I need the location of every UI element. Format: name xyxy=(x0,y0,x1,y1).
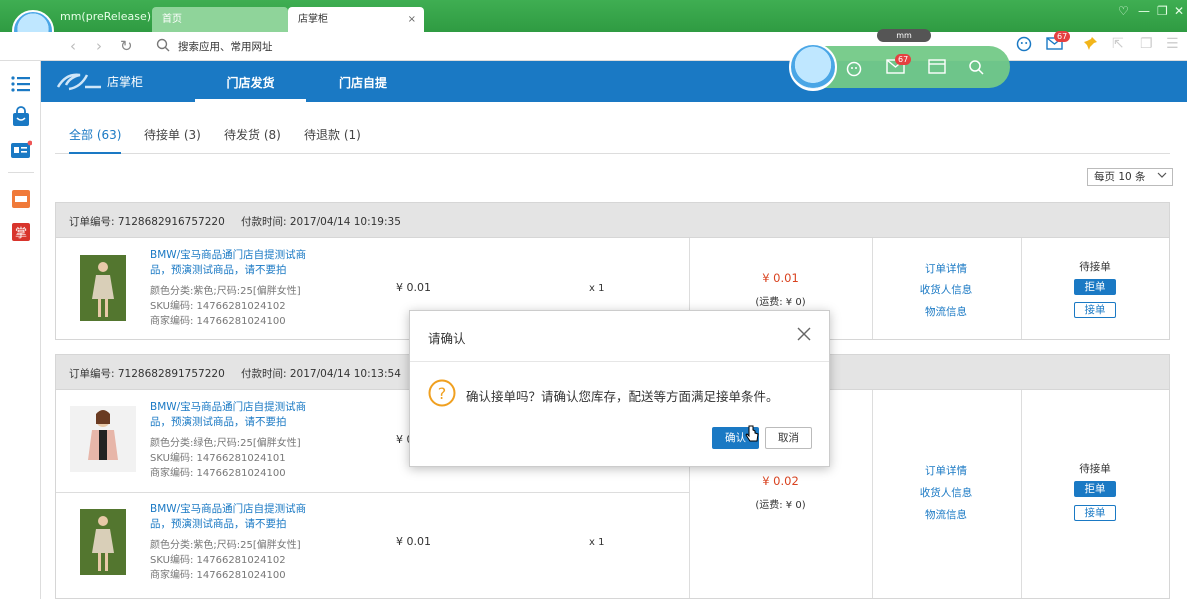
shipping-fee: (运费: ¥ 0) xyxy=(755,297,806,308)
unit-price: ¥ 0.01 xyxy=(396,535,431,548)
receiver-info-link[interactable]: 收货人信息 xyxy=(872,282,1020,297)
chat-face-icon[interactable] xyxy=(845,59,863,80)
product-meta: 颜色分类:紫色;尺码:25[偏胖女性] SKU编码: 14766281024102… xyxy=(150,540,301,581)
palm-icon[interactable]: 掌 xyxy=(10,221,32,243)
user-name-pill: mm xyxy=(877,29,931,42)
logo-icon xyxy=(55,67,105,98)
subtab-all[interactable]: 全部 (63) xyxy=(69,126,122,154)
order-detail-link[interactable]: 订单详情 xyxy=(872,261,1020,276)
per-page-select[interactable]: 每页 10 条 xyxy=(1087,168,1173,186)
product-meta: 颜色分类:紫色;尺码:25[偏胖女性] SKU编码: 14766281024102… xyxy=(150,286,301,327)
order-status: 待接单 xyxy=(1079,261,1111,273)
product-title-link[interactable]: BMW/宝马商品通门店自提测试商 品，预演测试商品，请不要拍 xyxy=(150,502,310,532)
accept-button[interactable]: 接单 xyxy=(1074,302,1116,318)
paid-time: 付款时间: 2017/04/14 10:13:54 xyxy=(241,368,401,380)
pin-icon[interactable] xyxy=(1083,36,1098,55)
order-detail-link[interactable]: 订单详情 xyxy=(872,463,1020,478)
order-number: 订单编号: 7128682916757220 xyxy=(69,216,225,228)
hand-cursor-icon xyxy=(745,425,759,446)
window-icon[interactable]: ❐ xyxy=(1140,36,1153,52)
title-bar: mm(preRelease) 首页 店掌柜 × ♡ — ❐ ✕ xyxy=(0,0,1187,32)
window-panel-icon[interactable] xyxy=(928,59,946,77)
tab-dianzhanggui[interactable]: 店掌柜 × xyxy=(288,7,424,32)
order-total: ¥ 0.01 xyxy=(762,271,799,285)
dialog-message: 确认接单吗？请确认您库存，配送等方面满足接单条件。 xyxy=(466,389,779,404)
subtab-pending-ship[interactable]: 待发货 (8) xyxy=(224,126,281,143)
shipping-fee: (运费: ¥ 0) xyxy=(755,500,806,511)
tab-store-delivery[interactable]: 门店发货 xyxy=(195,74,306,102)
tab-home[interactable]: 首页 xyxy=(152,7,288,32)
reject-button[interactable]: 拒单 xyxy=(1074,481,1116,497)
accept-button[interactable]: 接单 xyxy=(1074,505,1116,521)
quantity: x 1 xyxy=(589,537,605,548)
product-title-link[interactable]: BMW/宝马商品通门店自提测试商 品，预演测试商品，请不要拍 xyxy=(150,400,310,430)
product-image[interactable] xyxy=(70,406,136,472)
order-filter-tabs: 全部 (63) 待接单 (3) 待发货 (8) 待退款 (1) xyxy=(55,122,1170,154)
product-image[interactable] xyxy=(80,509,126,575)
unit-price: ¥ 0.01 xyxy=(396,281,431,294)
floating-avatar[interactable] xyxy=(789,43,837,91)
shopping-bag-icon[interactable] xyxy=(10,106,32,128)
order-total: ¥ 0.02 xyxy=(762,474,799,488)
close-icon[interactable] xyxy=(797,327,811,344)
restore-icon[interactable]: ❐ xyxy=(1157,4,1168,18)
subtab-pending-accept[interactable]: 待接单 (3) xyxy=(144,126,201,143)
order-status: 待接单 xyxy=(1079,463,1111,475)
confirm-dialog: 请确认 ? 确认接单吗？请确认您库存，配送等方面满足接单条件。 确认 取消 xyxy=(409,310,830,467)
subtab-pending-refund[interactable]: 待退款 (1) xyxy=(304,126,361,143)
paid-time: 付款时间: 2017/04/14 10:19:35 xyxy=(241,216,401,228)
svg-text:?: ? xyxy=(438,384,447,403)
logistics-link[interactable]: 物流信息 xyxy=(872,304,1020,319)
cancel-button[interactable]: 取消 xyxy=(765,427,812,449)
logistics-link[interactable]: 物流信息 xyxy=(872,507,1020,522)
menu-icon[interactable] xyxy=(10,73,32,95)
minimize-icon[interactable]: — xyxy=(1138,4,1150,18)
reject-button[interactable]: 拒单 xyxy=(1074,279,1116,295)
search-icon xyxy=(156,38,170,55)
refresh-icon[interactable]: ↻ xyxy=(120,37,133,55)
smile-icon[interactable] xyxy=(1016,36,1032,56)
toolbar-search-icon[interactable] xyxy=(968,59,984,78)
tab-close-icon[interactable]: × xyxy=(408,7,416,32)
address-bar: ‹ › ↻ 搜索应用、常用网址 67 ⇱ ❐ ☰ xyxy=(0,31,1187,61)
logo-text: 店掌柜 xyxy=(107,75,144,89)
product-image[interactable] xyxy=(80,255,126,321)
toolbar-mail-badge: 67 xyxy=(895,54,912,65)
skin-icon[interactable]: ♡ xyxy=(1118,4,1129,18)
close-window-icon[interactable]: ✕ xyxy=(1174,4,1184,18)
mail-badge: 67 xyxy=(1054,31,1071,42)
address-input[interactable]: 搜索应用、常用网址 xyxy=(178,39,273,54)
more-icon[interactable]: ☰ xyxy=(1166,36,1179,52)
dialog-title: 请确认 xyxy=(428,331,466,346)
quantity: x 1 xyxy=(589,283,605,294)
store-icon[interactable] xyxy=(10,188,32,210)
question-icon: ? xyxy=(428,379,456,410)
back-icon[interactable]: ‹ xyxy=(70,37,76,55)
id-card-icon[interactable] xyxy=(10,139,33,161)
svg-text:掌: 掌 xyxy=(15,226,27,240)
dialog-divider xyxy=(410,361,829,362)
left-sidebar: 掌 xyxy=(0,61,41,599)
forward-icon[interactable]: › xyxy=(96,37,102,55)
share-icon[interactable]: ⇱ xyxy=(1112,36,1124,52)
tab-store-pickup[interactable]: 门店自提 xyxy=(339,74,387,91)
sidebar-divider xyxy=(8,172,34,173)
product-meta: 颜色分类:绿色;尺码:25[偏胖女性] SKU编码: 14766281024101… xyxy=(150,438,301,479)
order-header: 订单编号: 7128682916757220 付款时间: 2017/04/14 … xyxy=(55,202,1170,238)
chevron-down-icon xyxy=(1157,169,1167,185)
app-header: 店掌柜 门店发货 门店自提 xyxy=(41,61,1187,102)
app-title: mm(preRelease) xyxy=(60,10,152,23)
receiver-info-link[interactable]: 收货人信息 xyxy=(872,485,1020,500)
order-number: 订单编号: 7128682891757220 xyxy=(69,368,225,380)
product-title-link[interactable]: BMW/宝马商品通门店自提测试商 品，预演测试商品，请不要拍 xyxy=(150,248,310,278)
